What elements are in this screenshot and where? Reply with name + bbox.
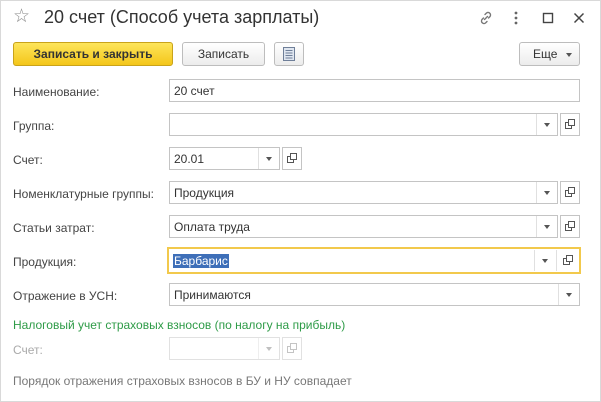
open-icon xyxy=(565,187,575,197)
save-and-close-button[interactable]: Записать и закрыть xyxy=(13,42,173,66)
more-menu-button[interactable]: Еще xyxy=(519,42,580,66)
product-field[interactable]: Барбарис xyxy=(167,247,581,274)
account-open-button[interactable] xyxy=(282,147,302,170)
cost-items-dropdown-button[interactable] xyxy=(536,216,557,237)
product-dropdown-button[interactable] xyxy=(534,250,555,271)
product-value: Барбарис xyxy=(173,254,229,268)
nomenclature-groups-open-button[interactable] xyxy=(560,181,580,204)
more-menu-label: Еще xyxy=(533,47,558,61)
cost-items-open-button[interactable] xyxy=(560,215,580,238)
cost-items-value: Оплата труда xyxy=(174,220,250,234)
name-value: 20 счет xyxy=(174,84,215,98)
nomenclature-groups-field[interactable]: Продукция xyxy=(169,181,558,204)
open-icon xyxy=(565,119,575,129)
account-value: 20.01 xyxy=(174,152,205,166)
cost-items-field[interactable]: Оплата труда xyxy=(169,215,558,238)
usn-dropdown-button[interactable] xyxy=(558,284,579,305)
insurance-section-heading: Налоговый учет страховых взносов (по нал… xyxy=(13,318,346,332)
form-window: ☆ 20 счет (Способ учета зарплаты) Записа… xyxy=(0,0,601,402)
account-label: Счет: xyxy=(13,153,43,167)
open-icon xyxy=(565,221,575,231)
report-button[interactable] xyxy=(274,42,304,66)
product-label: Продукция: xyxy=(13,255,77,269)
name-field[interactable]: 20 счет xyxy=(169,79,580,102)
cost-items-label: Статьи затрат: xyxy=(13,221,95,235)
nomenclature-groups-value: Продукция xyxy=(174,186,235,200)
title-bar: ☆ 20 счет (Способ учета зарплаты) xyxy=(1,1,600,35)
group-open-button[interactable] xyxy=(560,113,580,136)
open-icon xyxy=(563,255,573,265)
close-icon[interactable] xyxy=(571,10,587,26)
account-field[interactable]: 20.01 xyxy=(169,147,280,170)
usn-label: Отражение в УСН: xyxy=(13,289,118,303)
insurance-account-label: Счет: xyxy=(13,343,43,357)
link-icon[interactable] xyxy=(478,10,494,26)
usn-value: Принимаются xyxy=(174,288,251,302)
nomenclature-groups-dropdown-button[interactable] xyxy=(536,182,557,203)
insurance-account-open-button xyxy=(282,337,302,360)
usn-field[interactable]: Принимаются xyxy=(169,283,580,306)
maximize-icon[interactable] xyxy=(540,10,556,26)
insurance-note: Порядок отражения страховых взносов в БУ… xyxy=(13,374,352,388)
window-title: 20 счет (Способ учета зарплаты) xyxy=(44,7,320,27)
save-button[interactable]: Записать xyxy=(182,42,265,66)
name-label: Наименование: xyxy=(13,85,100,99)
group-label: Группа: xyxy=(13,119,55,133)
star-icon[interactable]: ☆ xyxy=(13,7,30,27)
account-dropdown-button[interactable] xyxy=(258,148,279,169)
open-icon xyxy=(287,343,297,353)
product-open-button[interactable] xyxy=(556,250,579,271)
nomenclature-groups-label: Номенклатурные группы: xyxy=(13,187,154,201)
insurance-account-dropdown-button xyxy=(258,338,279,359)
insurance-account-field xyxy=(169,337,280,360)
more-vertical-icon[interactable] xyxy=(508,10,524,26)
open-icon xyxy=(287,153,297,163)
group-field[interactable] xyxy=(169,113,558,136)
group-dropdown-button[interactable] xyxy=(536,114,557,135)
document-list-icon xyxy=(283,47,295,61)
chevron-down-icon xyxy=(566,53,572,57)
